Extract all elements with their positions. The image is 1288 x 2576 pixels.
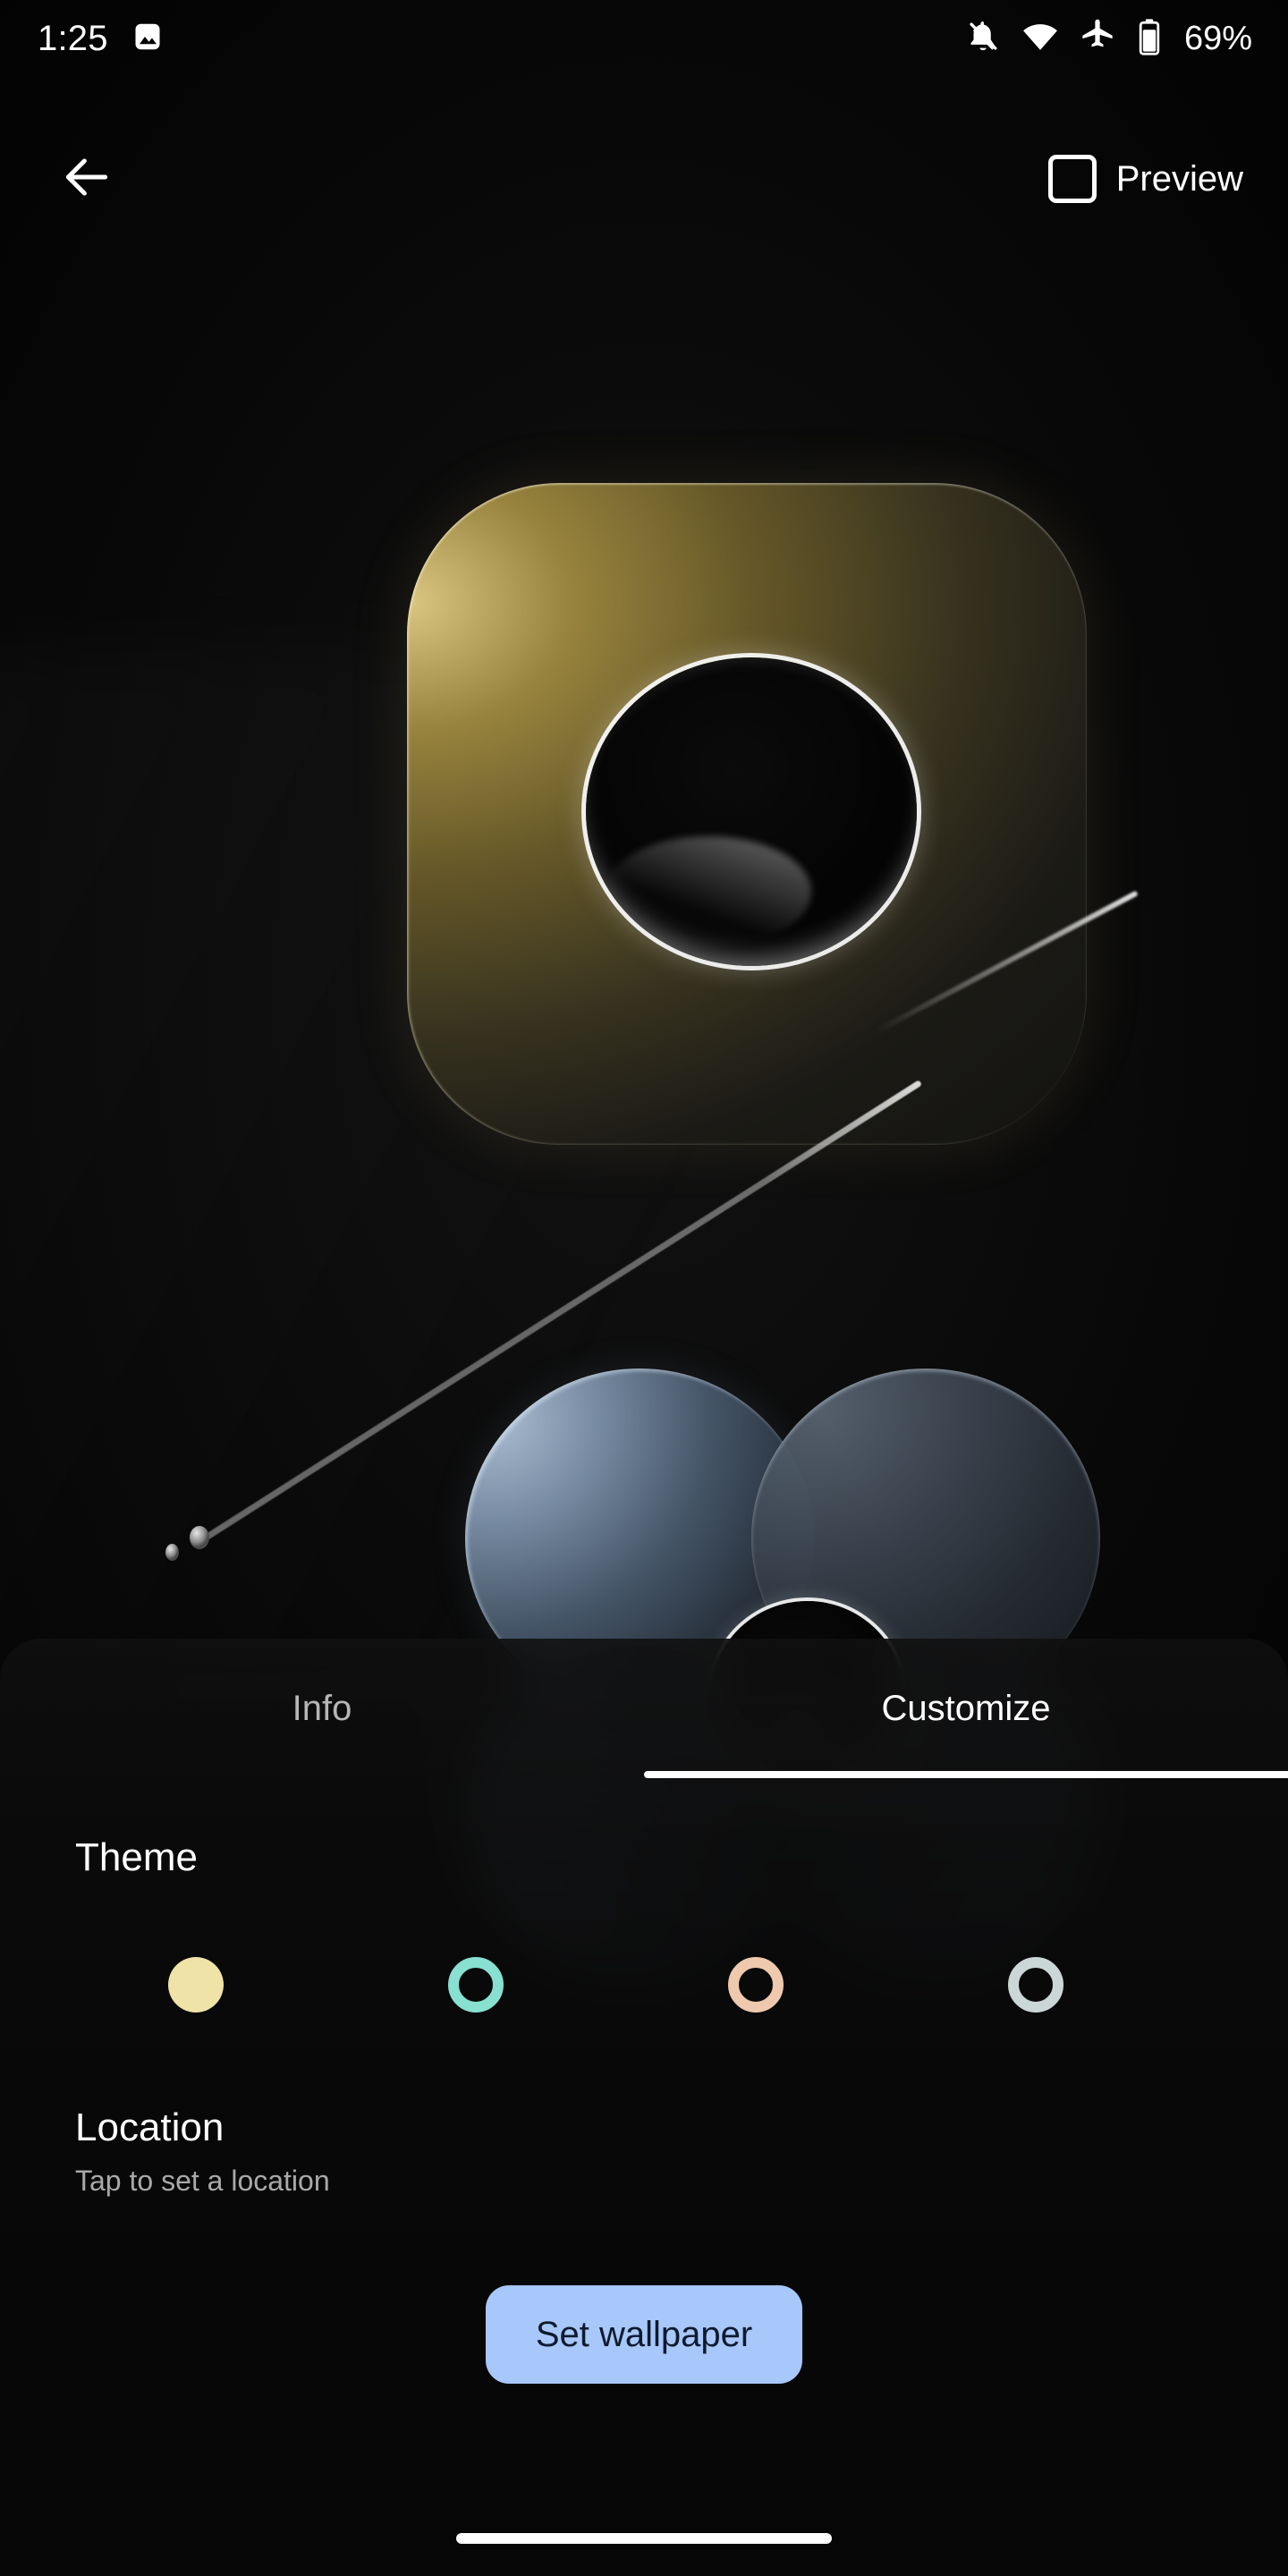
battery-icon — [1136, 18, 1163, 60]
image-icon — [131, 21, 164, 57]
wifi-icon — [1021, 18, 1059, 60]
tab-customize[interactable]: Customize — [644, 1639, 1288, 1778]
theme-swatch-blue-grey[interactable] — [1008, 1957, 1063, 2012]
status-bar-right: 69% — [964, 18, 1252, 60]
golden-squircle-lens — [586, 657, 917, 966]
theme-swatch-teal[interactable] — [448, 1957, 504, 2012]
airplane-mode-icon — [1079, 18, 1116, 60]
theme-swatch-list — [0, 1957, 1288, 2012]
set-wallpaper-button[interactable]: Set wallpaper — [485, 2285, 803, 2384]
top-app-bar: Preview — [0, 125, 1288, 233]
theme-swatch-option[interactable] — [1008, 1957, 1288, 2012]
status-bar-left: 1:25 — [38, 19, 164, 59]
location-subtitle: Tap to set a location — [75, 2165, 330, 2197]
preview-label: Preview — [1115, 158, 1243, 199]
customize-bottom-sheet: Info Customize Theme Location Tap to set… — [0, 1639, 1288, 2576]
tab-active-indicator — [644, 1771, 1288, 1778]
arrow-back-icon — [59, 149, 114, 209]
location-title: Location — [75, 2106, 225, 2149]
tab-bar: Info Customize — [0, 1639, 1288, 1778]
theme-section-title: Theme — [75, 1835, 198, 1879]
checkbox-unchecked-icon[interactable] — [1047, 155, 1097, 203]
theme-swatch-peach[interactable] — [728, 1957, 784, 2012]
gesture-home-indicator[interactable] — [456, 2533, 832, 2544]
rod-dot-large — [190, 1526, 209, 1549]
location-row[interactable]: Location Tap to set a location — [0, 2106, 1288, 2198]
tab-info[interactable]: Info — [0, 1639, 644, 1778]
phone-screen: 1:25 69% Preview Info Customize Theme Lo… — [0, 0, 1288, 2576]
theme-swatch-option[interactable] — [168, 1957, 448, 2012]
notifications-off-icon — [964, 18, 1002, 60]
primary-action-area: Set wallpaper — [0, 2285, 1288, 2384]
preview-toggle[interactable]: Preview — [1036, 146, 1256, 212]
status-clock: 1:25 — [38, 18, 108, 58]
rod-dot-small — [165, 1544, 179, 1561]
theme-swatch-yellow[interactable] — [168, 1957, 224, 2012]
back-button[interactable] — [47, 139, 127, 219]
battery-percent-label: 69% — [1183, 19, 1252, 57]
theme-swatch-option[interactable] — [728, 1957, 1008, 2012]
theme-swatch-option[interactable] — [448, 1957, 728, 2012]
status-bar: 1:25 69% — [0, 0, 1288, 77]
